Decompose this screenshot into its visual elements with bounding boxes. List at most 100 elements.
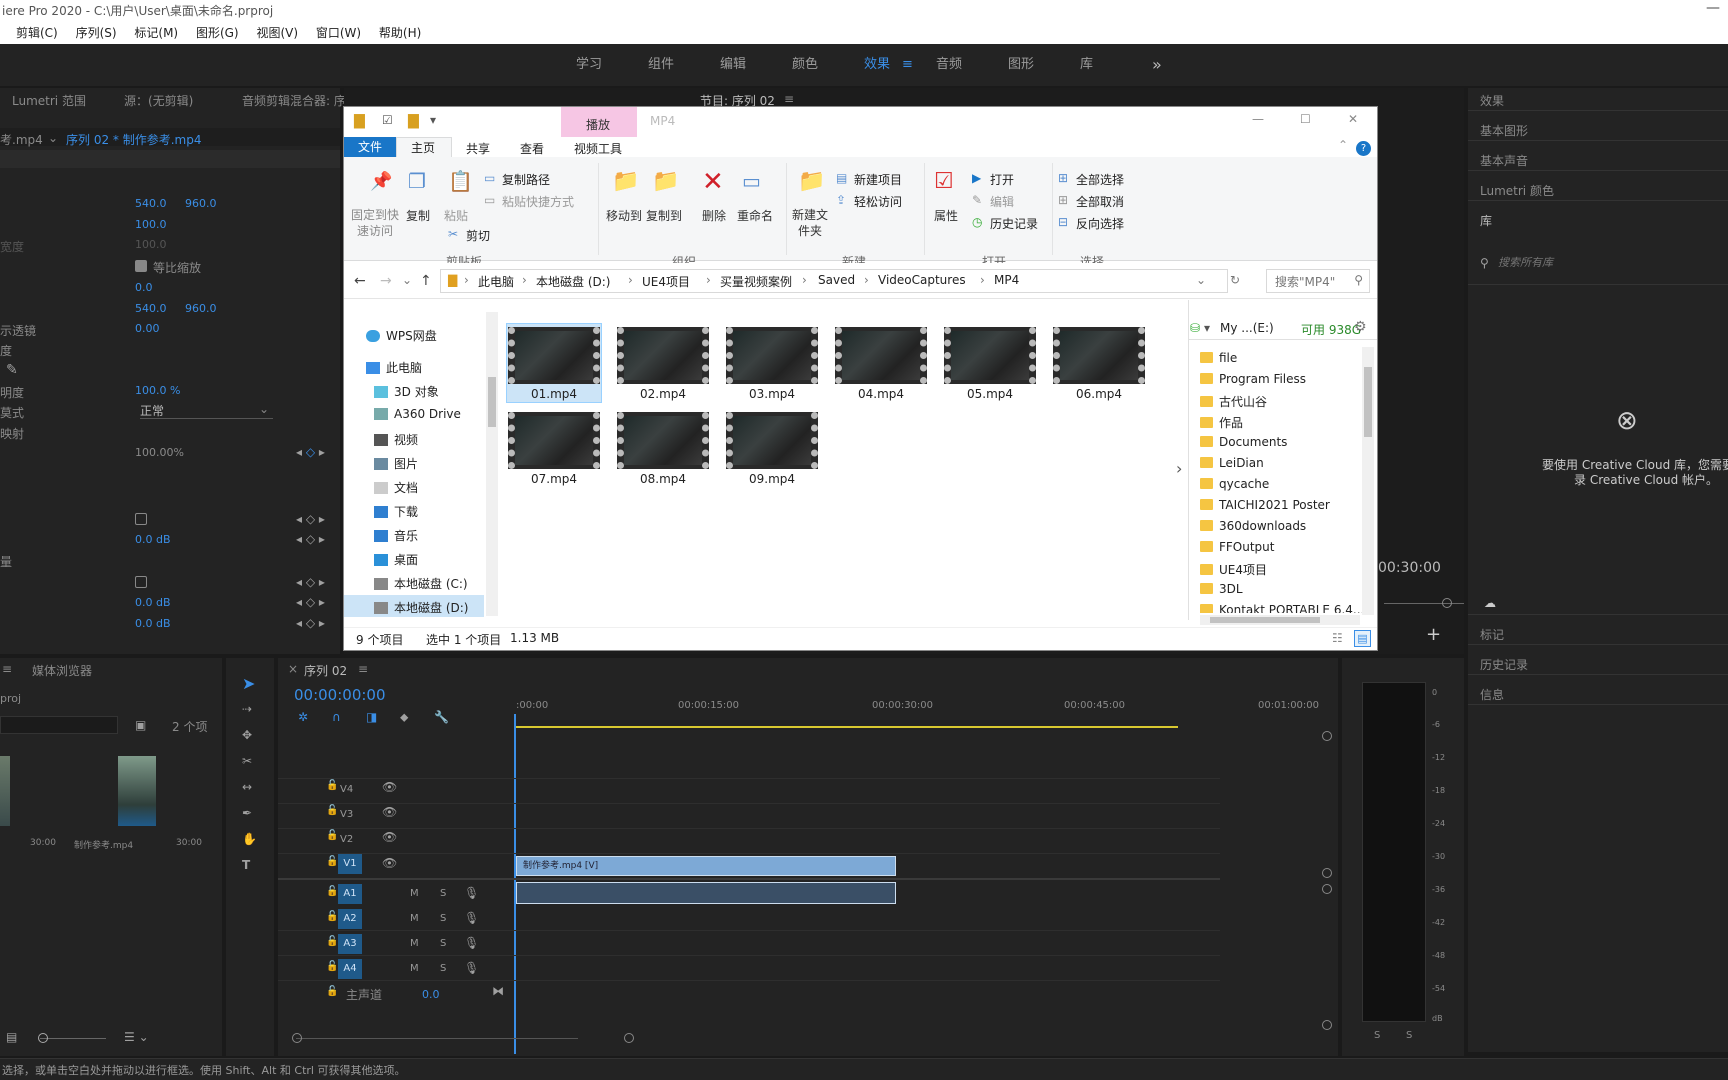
vertical-scroll-handle[interactable] xyxy=(1322,1020,1332,1030)
video-thumbnail[interactable] xyxy=(508,412,600,469)
nav-pictures[interactable]: 图片 xyxy=(374,455,418,472)
breadcrumb[interactable]: VideoCaptures xyxy=(878,273,966,287)
position-y-value[interactable]: 960.0 xyxy=(185,197,217,210)
menu-markers[interactable]: 标记(M) xyxy=(134,26,178,40)
folder-item[interactable]: Program Filess xyxy=(1200,372,1306,386)
uniform-scale-checkbox[interactable] xyxy=(135,260,147,272)
large-icons-view-icon[interactable]: ▤ xyxy=(1354,630,1371,647)
nav-drive-c[interactable]: 本地磁盘 (C:) xyxy=(374,575,468,592)
tab-share[interactable]: 共享 xyxy=(466,140,490,157)
panel-essential-graphics[interactable]: 基本图形 xyxy=(1480,122,1528,139)
volume-level-value[interactable]: 0.0 dB xyxy=(135,533,171,546)
breadcrumb[interactable]: 本地磁盘 (D:) xyxy=(536,273,610,290)
nav-videos[interactable]: 视频 xyxy=(374,431,418,448)
tab-source[interactable]: 源：(无剪辑) xyxy=(124,92,193,109)
solo-button[interactable]: S xyxy=(440,888,446,899)
add-button-icon[interactable]: + xyxy=(1426,624,1441,645)
folder-item[interactable]: TAICHI2021 Poster xyxy=(1200,498,1330,512)
new-item-button[interactable]: 新建项目 xyxy=(854,171,902,188)
panel-history[interactable]: 历史记录 xyxy=(1480,656,1528,673)
back-icon[interactable]: ← xyxy=(354,273,366,289)
file-name[interactable]: 02.mp4 xyxy=(613,387,713,401)
select-none-button[interactable]: 全部取消 xyxy=(1076,193,1124,210)
video-thumbnail[interactable] xyxy=(726,327,818,384)
nav-documents[interactable]: 文档 xyxy=(374,479,418,496)
gear-icon[interactable]: ⚙ xyxy=(1354,319,1367,335)
position-x-value[interactable]: 540.0 xyxy=(135,197,167,210)
bypass-checkbox[interactable] xyxy=(135,513,147,525)
tab-home[interactable]: 主页 xyxy=(396,137,452,158)
breadcrumb[interactable]: 买量视频案例 xyxy=(720,273,792,290)
tab-media-browser[interactable]: 媒体浏览器 xyxy=(32,662,92,679)
panel-info[interactable]: 信息 xyxy=(1480,686,1504,703)
video-thumbnail[interactable] xyxy=(835,327,927,384)
folder-scroll-thumb[interactable] xyxy=(1364,367,1372,437)
panel-menu-icon[interactable]: ≡ xyxy=(784,92,794,106)
sequence-clip-label[interactable]: 序列 02 * 制作参考.mp4 xyxy=(66,131,201,148)
minimize-button[interactable]: — xyxy=(1706,0,1720,16)
folder-item[interactable]: Kontakt PORTABLE 6.4... xyxy=(1200,603,1364,613)
keyframe-left-icon[interactable]: ◂ ◇ ▸ xyxy=(296,595,325,609)
bin-icon[interactable]: ▣ xyxy=(135,718,146,732)
help-icon[interactable]: ? xyxy=(1356,141,1371,156)
go-to-end-icon[interactable]: ⧓ xyxy=(492,984,504,998)
lock-icon[interactable]: 🔓 xyxy=(326,805,338,816)
video-thumbnail[interactable] xyxy=(617,412,709,469)
expand-pane-icon[interactable]: › xyxy=(1176,459,1182,478)
master-track-value[interactable]: 0.0 xyxy=(422,988,440,1001)
tab-lumetri-scopes[interactable]: Lumetri 范围 xyxy=(12,92,86,109)
forward-icon[interactable]: → xyxy=(380,273,392,289)
nav-this-pc[interactable]: 此电脑 xyxy=(366,359,422,376)
invert-selection-button[interactable]: 反向选择 xyxy=(1076,215,1124,232)
menu-edit[interactable]: 剪辑(C) xyxy=(16,26,58,40)
track-target-v1[interactable]: V1 xyxy=(338,854,362,874)
hand-tool-icon[interactable]: ✋ xyxy=(242,832,257,846)
collapse-ribbon-icon[interactable]: ⌃ xyxy=(1338,138,1348,152)
timeline-timecode[interactable]: 00:00:00:00 xyxy=(294,686,386,704)
menu-view[interactable]: 视图(V) xyxy=(256,26,298,40)
microphone-icon[interactable]: 🎙 xyxy=(464,961,479,975)
vertical-scroll-handle[interactable] xyxy=(1322,868,1332,878)
folder-icon[interactable]: ▇ xyxy=(408,113,419,129)
file-name[interactable]: 08.mp4 xyxy=(613,472,713,486)
video-thumbnail[interactable] xyxy=(1053,327,1145,384)
maximize-icon[interactable]: ☐ xyxy=(1300,112,1311,126)
file-name[interactable]: 05.mp4 xyxy=(940,387,1040,401)
copy-path-button[interactable]: 复制路径 xyxy=(502,171,550,188)
eye-icon[interactable]: 👁 xyxy=(382,780,397,794)
folder-item[interactable]: 古代山谷 xyxy=(1200,393,1267,410)
zoom-slider-handle[interactable] xyxy=(38,1033,48,1043)
anchor-y-value[interactable]: 960.0 xyxy=(185,302,217,315)
lock-icon[interactable]: 🔓 xyxy=(326,986,338,997)
anti-flicker-value[interactable]: 0.00 xyxy=(135,322,160,335)
properties-button[interactable]: 属性 xyxy=(928,207,964,224)
delete-button[interactable]: 删除 xyxy=(694,207,734,224)
cut-button[interactable]: 剪切 xyxy=(466,227,490,244)
project-thumbnail[interactable] xyxy=(118,756,156,826)
tab-video-tools[interactable]: 视频工具 xyxy=(574,140,622,157)
pen-icon[interactable]: ✎ xyxy=(6,362,18,378)
project-item-name[interactable]: 制作参考.mp4 xyxy=(74,838,133,851)
type-tool-icon[interactable]: T xyxy=(242,858,250,872)
edit-button[interactable]: 编辑 xyxy=(990,193,1014,210)
lock-icon[interactable]: 🔓 xyxy=(326,856,338,867)
folder-item[interactable]: FFOutput xyxy=(1200,540,1275,554)
mute-button[interactable]: M xyxy=(410,938,419,949)
audio-clip[interactable] xyxy=(516,882,896,904)
nav-3d-objects[interactable]: 3D 对象 xyxy=(374,383,439,400)
zoom-handle[interactable] xyxy=(1442,598,1452,608)
microphone-icon[interactable]: 🎙 xyxy=(464,886,479,900)
vertical-scroll-handle[interactable] xyxy=(1322,731,1332,741)
recent-dropdown-icon[interactable]: ⌄ xyxy=(402,273,412,287)
file-name[interactable]: 06.mp4 xyxy=(1049,387,1149,401)
track-target-a4[interactable]: A4 xyxy=(338,959,362,979)
track-target-a2[interactable]: A2 xyxy=(338,909,362,929)
close-icon[interactable]: × xyxy=(288,662,298,676)
move-to-button[interactable]: 移动到 xyxy=(602,207,646,224)
address-dropdown-icon[interactable]: ⌄ xyxy=(1196,273,1206,287)
search-icon[interactable]: ⚲ xyxy=(1354,273,1363,287)
rename-button[interactable]: 重命名 xyxy=(734,207,776,224)
nav-scroll-thumb[interactable] xyxy=(488,377,496,427)
keyframe-nav-icon[interactable]: ◂ ◇ ▸ xyxy=(296,445,325,459)
workspace-color[interactable]: 颜色 xyxy=(792,44,818,86)
